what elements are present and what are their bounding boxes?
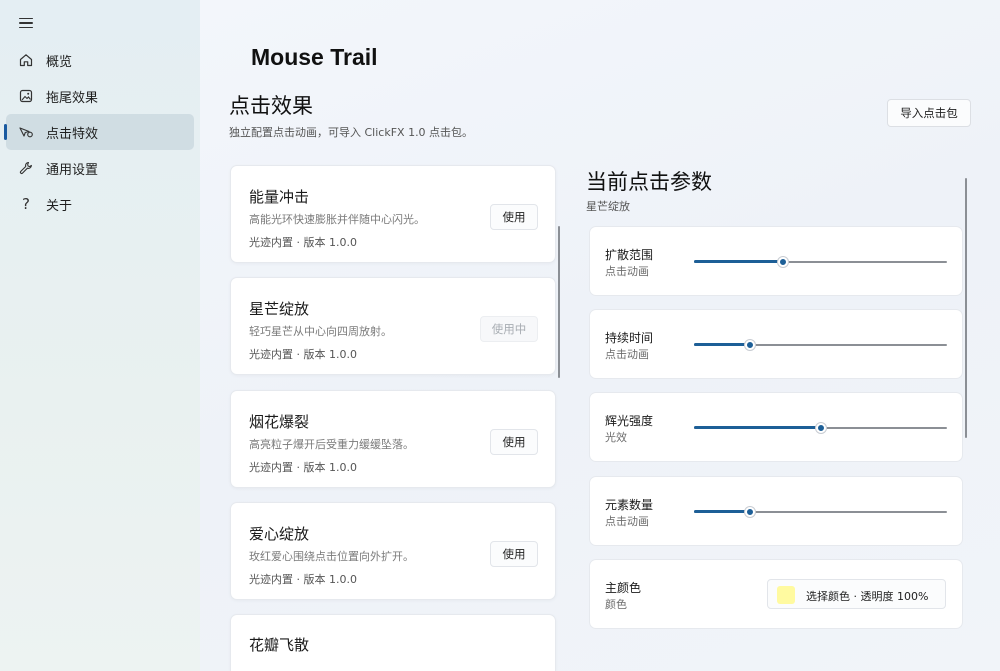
param-name: 辉光强度 — [605, 414, 654, 428]
use-effect-button[interactable]: 使用 — [490, 541, 538, 567]
effect-card: 能量冲击 高能光环快速膨胀并伴随中心闪光。 光迹内置 · 版本 1.0.0 使用 — [230, 165, 556, 263]
sidebar: 概览 拖尾效果 点击特效 通用设置 ? 关于 — [0, 0, 200, 671]
section-description: 独立配置点击动画，可导入 ClickFX 1.0 点击包。 — [229, 126, 474, 139]
main-content: Mouse Trail 点击效果 独立配置点击动画，可导入 ClickFX 1.… — [200, 0, 1000, 671]
param-category: 点击动画 — [605, 515, 649, 528]
pointer-effect-icon — [6, 124, 46, 140]
sidebar-item-click-effects[interactable]: 点击特效 — [4, 114, 194, 150]
effect-meta: 光迹内置 · 版本 1.0.0 — [249, 461, 357, 474]
sidebar-item-label: 通用设置 — [46, 162, 99, 178]
param-row-duration: 持续时间 点击动画 — [589, 309, 963, 379]
sidebar-item-label: 关于 — [46, 198, 73, 214]
effect-name: 花瓣飞散 — [249, 636, 310, 654]
color-swatch — [777, 586, 795, 604]
panel-subtitle: 星芒绽放 — [586, 200, 630, 213]
panel-title: 当前点击参数 — [586, 170, 712, 194]
effect-description: 轻巧星芒从中心向四周放射。 — [249, 325, 392, 338]
params-scrollbar[interactable] — [965, 178, 967, 438]
wrench-icon — [6, 160, 46, 176]
param-category: 点击动画 — [605, 348, 649, 361]
param-row-spread: 扩散范围 点击动画 — [589, 226, 963, 296]
nav-list: 概览 拖尾效果 点击特效 通用设置 ? 关于 — [0, 42, 200, 222]
sidebar-item-settings[interactable]: 通用设置 — [6, 150, 194, 186]
param-row-count: 元素数量 点击动画 — [589, 476, 963, 546]
sidebar-item-label: 拖尾效果 — [46, 90, 99, 106]
effect-description: 高亮粒子爆开后受重力缓缓坠落。 — [249, 438, 414, 451]
use-effect-button[interactable]: 使用 — [490, 429, 538, 455]
menu-toggle-icon[interactable] — [14, 12, 38, 34]
effect-description: 玫红爱心围绕点击位置向外扩开。 — [249, 550, 414, 563]
image-icon — [6, 88, 46, 104]
sidebar-item-label: 点击特效 — [46, 126, 99, 142]
slider-thumb[interactable] — [744, 340, 755, 350]
home-icon — [6, 52, 46, 68]
duration-slider[interactable] — [694, 339, 947, 351]
effect-name: 能量冲击 — [249, 188, 310, 206]
sidebar-item-label: 概览 — [46, 54, 73, 70]
param-category: 点击动画 — [605, 265, 649, 278]
count-slider[interactable] — [694, 506, 947, 518]
import-pack-button[interactable]: 导入点击包 — [887, 99, 971, 127]
sidebar-item-overview[interactable]: 概览 — [6, 42, 194, 78]
use-effect-button[interactable]: 使用 — [490, 204, 538, 230]
effect-card: 烟花爆裂 高亮粒子爆开后受重力缓缓坠落。 光迹内置 · 版本 1.0.0 使用 — [230, 390, 556, 488]
param-category: 颜色 — [605, 598, 627, 611]
effect-description: 高能光环快速膨胀并伴随中心闪光。 — [249, 213, 425, 226]
color-picker-button[interactable]: 选择颜色 · 透明度 100% — [767, 579, 946, 609]
param-row-color: 主颜色 颜色 选择颜色 · 透明度 100% — [589, 559, 963, 629]
slider-thumb[interactable] — [815, 423, 826, 433]
param-category: 光效 — [605, 431, 627, 444]
glow-slider[interactable] — [694, 422, 947, 434]
param-name: 元素数量 — [605, 498, 654, 512]
in-use-button[interactable]: 使用中 — [480, 316, 538, 342]
effect-name: 烟花爆裂 — [249, 413, 310, 431]
param-name: 主颜色 — [605, 581, 642, 595]
param-row-glow: 辉光强度 光效 — [589, 392, 963, 462]
effect-name: 星芒绽放 — [249, 300, 310, 318]
section-title: 点击效果 — [229, 94, 313, 118]
question-icon: ? — [22, 195, 30, 213]
slider-thumb[interactable] — [744, 507, 755, 517]
effect-card: 花瓣飞散 — [230, 614, 556, 671]
effect-name: 爱心绽放 — [249, 525, 310, 543]
effect-meta: 光迹内置 · 版本 1.0.0 — [249, 236, 357, 249]
app-title: Mouse Trail — [251, 44, 378, 70]
color-picker-label: 选择颜色 · 透明度 100% — [806, 590, 929, 603]
effect-meta: 光迹内置 · 版本 1.0.0 — [249, 573, 357, 586]
sidebar-item-trail[interactable]: 拖尾效果 — [6, 78, 194, 114]
param-name: 持续时间 — [605, 331, 654, 345]
param-name: 扩散范围 — [605, 248, 654, 262]
effect-card: 星芒绽放 轻巧星芒从中心向四周放射。 光迹内置 · 版本 1.0.0 使用中 — [230, 277, 556, 375]
sidebar-item-about[interactable]: ? 关于 — [6, 186, 194, 222]
effect-card: 爱心绽放 玫红爱心围绕点击位置向外扩开。 光迹内置 · 版本 1.0.0 使用 — [230, 502, 556, 600]
effect-meta: 光迹内置 · 版本 1.0.0 — [249, 348, 357, 361]
spread-slider[interactable] — [694, 256, 947, 268]
effects-scrollbar[interactable] — [558, 226, 560, 378]
slider-thumb[interactable] — [777, 257, 788, 267]
